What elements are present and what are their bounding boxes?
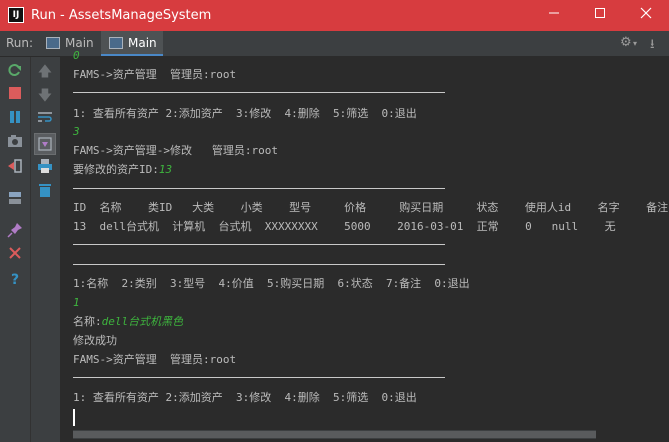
console-line: 名称:dell台式机黑色 xyxy=(73,314,183,330)
separator xyxy=(73,264,445,265)
intellij-app-icon: IJ xyxy=(8,7,24,23)
scroll-up-icon[interactable]: 🡅 xyxy=(35,62,55,82)
minimize-button[interactable] xyxy=(531,0,577,31)
user-input-text: 13 xyxy=(158,163,173,176)
separator xyxy=(73,244,445,245)
console-line: FAMS->资产管理 管理员:root xyxy=(73,68,237,81)
console-line-input: 3 xyxy=(73,125,80,138)
dump-threads-icon[interactable] xyxy=(5,134,25,154)
stop-icon[interactable] xyxy=(5,86,25,106)
rerun-icon[interactable] xyxy=(5,62,25,82)
maximize-icon xyxy=(595,8,605,18)
run-toolbar-left: ? xyxy=(0,57,30,442)
run-label: Run: xyxy=(6,36,34,50)
console-line: 1:名称 2:类别 3:型号 4:价值 5:购买日期 6:状态 7:备注 0:退… xyxy=(73,277,470,290)
tab-main-2[interactable]: Main xyxy=(101,31,163,56)
horizontal-scrollbar[interactable] xyxy=(73,430,596,439)
pin-icon[interactable] xyxy=(5,222,25,242)
settings-dropdown-icon[interactable]: ▾ xyxy=(633,39,637,48)
prompt-text: 名称: xyxy=(73,315,102,328)
close-button[interactable] xyxy=(623,0,669,31)
table-row: 13 dell台式机 计算机 台式机 XXXXXXXX 5000 2016-03… xyxy=(73,220,616,233)
maximize-button[interactable] xyxy=(577,0,623,31)
console-line: FAMS->资产管理 管理员:root xyxy=(73,353,237,366)
soft-wrap-icon[interactable] xyxy=(35,110,55,130)
console-line: 要修改的资产ID:13 xyxy=(73,162,172,178)
window-titlebar: IJ Run - AssetsManageSystem xyxy=(0,0,669,31)
console-line: 1: 查看所有资产 2:添加资产 3:修改 4:删除 5:筛选 0:退出 xyxy=(73,391,417,404)
run-tool-window-header: Run: Main Main ⚙ ▾ ⭳ xyxy=(0,31,669,57)
restore-layout-icon[interactable] xyxy=(5,190,25,210)
minimize-icon xyxy=(549,12,559,14)
separator xyxy=(73,377,445,378)
exit-icon[interactable] xyxy=(5,158,25,178)
close-tab-icon[interactable] xyxy=(5,246,25,266)
prompt-text: 要修改的资产ID: xyxy=(73,163,159,176)
pause-icon[interactable] xyxy=(5,110,25,130)
scroll-to-end-icon[interactable] xyxy=(34,133,56,155)
console-output[interactable]: 0 FAMS->资产管理 管理员:root 1: 查看所有资产 2:添加资产 3… xyxy=(61,49,669,442)
trash-icon[interactable] xyxy=(35,182,55,202)
console-line: FAMS->资产管理->修改 管理员:root xyxy=(73,144,278,157)
help-icon[interactable]: ? xyxy=(5,270,25,290)
close-icon xyxy=(640,7,652,19)
console-line: 1: 查看所有资产 2:添加资产 3:修改 4:删除 5:筛选 0:退出 xyxy=(73,107,417,120)
settings-gear-icon[interactable]: ⚙ xyxy=(620,35,632,50)
scroll-down-icon[interactable]: 🡇 xyxy=(35,86,55,106)
separator xyxy=(73,92,445,93)
separator xyxy=(73,188,445,189)
text-cursor xyxy=(73,409,75,426)
hide-panel-icon[interactable]: ⭳ xyxy=(650,35,655,57)
console-line-input: 0 xyxy=(73,49,80,62)
console-tab-icon xyxy=(46,36,60,49)
print-icon[interactable] xyxy=(35,158,55,178)
tab-label: Main xyxy=(128,36,157,50)
console-line-input: 1 xyxy=(73,296,80,309)
console-line: 修改成功 xyxy=(73,334,117,347)
console-toolbar: 🡅 🡇 xyxy=(30,57,60,442)
user-input-text: dell台式机黑色 xyxy=(101,315,184,328)
table-header-row: ID 名称 类ID 大类 小类 型号 价格 购买日期 状态 使用人id 名字 备… xyxy=(73,201,669,214)
console-tab-icon xyxy=(109,36,123,49)
tab-main-1[interactable]: Main xyxy=(40,31,98,56)
scrollbar-thumb[interactable] xyxy=(73,431,596,438)
window-title: Run - AssetsManageSystem xyxy=(31,8,212,23)
